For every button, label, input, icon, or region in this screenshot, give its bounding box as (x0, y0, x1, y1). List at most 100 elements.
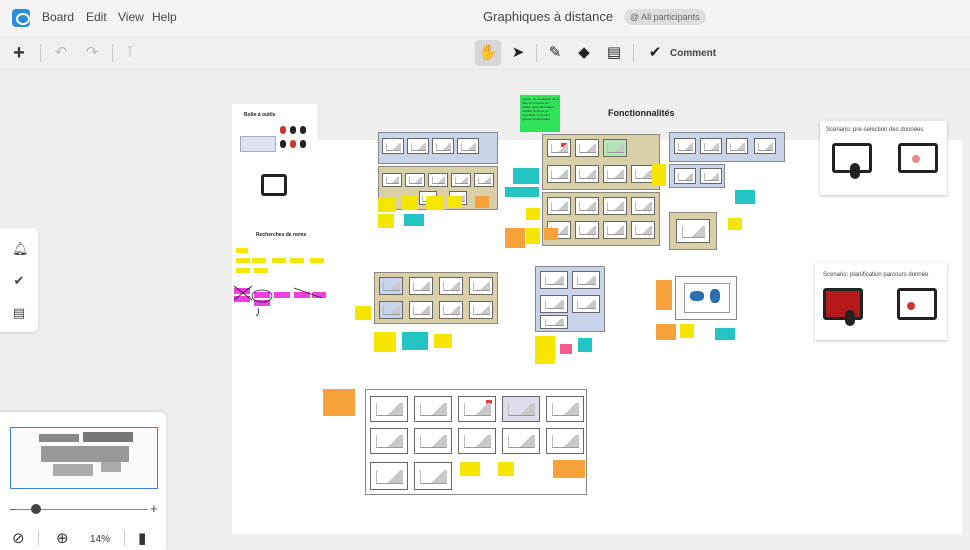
sticky-note[interactable] (535, 336, 555, 364)
toolbar-divider (112, 44, 113, 62)
bell-icon[interactable]: 🔔︎ (12, 242, 29, 256)
sticky-note[interactable] (323, 389, 355, 416)
tablet-icon (261, 174, 287, 196)
name-sticky[interactable] (310, 258, 324, 263)
eraser-icon[interactable]: ◆ (574, 43, 594, 63)
zoom-in-button[interactable]: + (150, 501, 158, 516)
recherches-title: Recherches de noms (256, 232, 307, 238)
note-icon[interactable]: ▤ (604, 43, 624, 63)
name-sticky[interactable] (252, 258, 266, 263)
participants-badge[interactable]: @ All participants (624, 9, 706, 25)
wireframe-frame[interactable] (378, 132, 498, 164)
scenario-title: Scenario: planification parcours donnée (823, 272, 929, 278)
paint-roller-icon[interactable]: ⊺ (120, 43, 140, 63)
name-sticky[interactable] (272, 258, 286, 263)
scenario-card[interactable]: Scenario: planification parcours donnée (815, 262, 947, 340)
zoom-slider-knob[interactable] (31, 504, 41, 514)
menu-edit[interactable]: Edit (86, 10, 107, 24)
sticky-note[interactable] (560, 344, 572, 354)
menu-view[interactable]: View (118, 10, 144, 24)
scenario-card[interactable]: Scenario: pre-selection des données (820, 121, 947, 195)
sticky-note[interactable] (374, 332, 396, 352)
board-title[interactable]: Graphiques à distance (483, 9, 613, 24)
sticky-note[interactable] (378, 198, 396, 212)
undo-icon[interactable]: ↶ (51, 43, 71, 63)
finger-icon (850, 163, 860, 179)
recherches-panel[interactable]: Recherches de noms (232, 226, 329, 386)
touch-indicator (912, 155, 920, 163)
sticky-note[interactable] (544, 228, 558, 240)
wireframe-frame[interactable] (669, 212, 717, 250)
pen-icon[interactable]: ✎ (545, 43, 565, 63)
minimap[interactable] (10, 427, 158, 489)
sticky-note[interactable] (513, 168, 539, 184)
sticky-note[interactable] (505, 228, 525, 248)
scenario-title: Scenario: pre-selection des données (826, 127, 924, 133)
redo-icon[interactable]: ↷ (82, 43, 102, 63)
menu-board[interactable]: Board (42, 10, 74, 24)
sticky-note[interactable] (526, 228, 540, 244)
sticky-note[interactable] (656, 324, 676, 340)
toolbox-title: Boîte à outils (244, 112, 276, 118)
zoom-out-button[interactable]: – (10, 501, 17, 516)
finger-icon (845, 310, 855, 326)
sticky-note[interactable] (475, 196, 489, 208)
wireframe-frame[interactable] (669, 132, 785, 162)
sticky-note[interactable] (735, 190, 755, 204)
comment-icon[interactable]: ✔ (645, 43, 665, 63)
sticky-note[interactable] (728, 218, 742, 230)
comment-button[interactable]: Comment (670, 48, 716, 59)
side-panel: 🔔︎ ✔ ▤ (0, 228, 38, 332)
sticky-note[interactable] (715, 328, 735, 340)
wireframe-frame[interactable] (542, 192, 660, 246)
zoom-in-icon[interactable]: ⊕ (56, 529, 69, 547)
add-icon[interactable]: + (9, 43, 29, 63)
sticky-note[interactable] (402, 332, 428, 350)
zoom-level[interactable]: 14% (90, 534, 110, 545)
sticky-note[interactable] (426, 196, 444, 210)
toolbar-divider (633, 44, 634, 62)
app-logo-icon[interactable] (12, 9, 30, 27)
sticky-note[interactable] (448, 196, 462, 208)
name-sticky[interactable] (290, 258, 304, 263)
name-sticky[interactable] (236, 268, 250, 273)
name-sticky[interactable] (254, 268, 268, 273)
toolbar: + ↶ ↷ ⊺ ✋ ➤ ✎ ◆ ▤ ✔ Comment (0, 36, 970, 70)
sticky-note[interactable] (404, 214, 424, 226)
tablet-illustration (897, 288, 937, 320)
hand-icon[interactable]: ✋ (478, 43, 498, 63)
touch-indicator (907, 302, 915, 310)
sticky-note[interactable] (460, 462, 480, 476)
pointer-icons-group (280, 126, 308, 152)
name-sticky[interactable] (236, 248, 248, 253)
sticky-note[interactable] (656, 280, 672, 310)
sticky-note[interactable] (505, 187, 539, 197)
map-frame[interactable] (675, 276, 737, 320)
mouse-icon[interactable]: ▮ (138, 529, 146, 547)
toolbar-divider (536, 44, 537, 62)
wireframe-frame[interactable] (535, 266, 605, 332)
check-circle-icon[interactable]: ✔ (12, 274, 26, 288)
board-heading: Fonctionnalités (608, 108, 675, 118)
wireframe-frame[interactable] (669, 164, 725, 188)
sticky-note[interactable] (553, 460, 585, 478)
sticky-note[interactable] (680, 324, 694, 338)
pointer-icon[interactable]: ➤ (508, 43, 528, 63)
sticky-note[interactable] (378, 214, 394, 228)
wireframe-frame[interactable] (374, 272, 498, 324)
sticky-note[interactable] (652, 164, 666, 186)
wireframe-frame[interactable] (542, 134, 660, 190)
sticky-note[interactable] (498, 462, 514, 476)
storyboard-frame[interactable] (365, 389, 587, 495)
toolbox-panel[interactable]: Boîte à outils (232, 104, 317, 212)
sticky-note[interactable] (355, 306, 371, 320)
sticky-note[interactable] (578, 338, 592, 352)
menu-help[interactable]: Help (152, 10, 177, 24)
sticky-note[interactable] (434, 334, 452, 348)
document-icon[interactable]: ▤ (12, 306, 26, 320)
sticky-note[interactable] (402, 196, 418, 210)
compass-icon[interactable]: ⊘ (12, 529, 25, 547)
sticky-note[interactable] (526, 208, 540, 220)
todo-sticky[interactable]: A faire : se renseigner sur le live code… (520, 95, 560, 132)
name-sticky[interactable] (236, 258, 250, 263)
